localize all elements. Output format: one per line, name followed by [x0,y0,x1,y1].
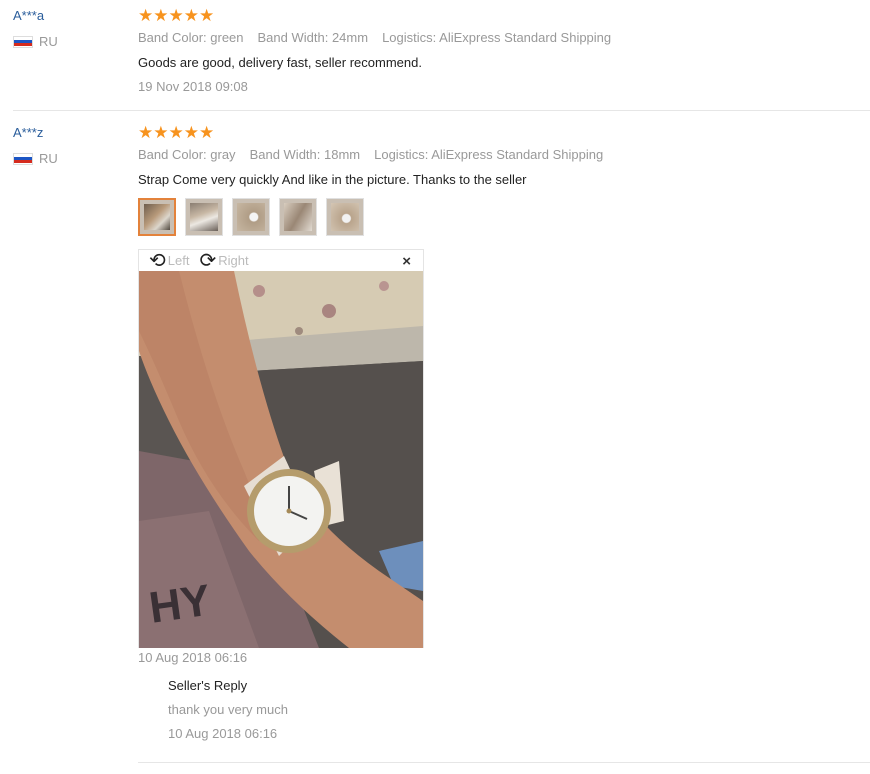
country-code: RU [39,151,58,166]
logistics: Logistics: AliExpress Standard Shipping [382,30,612,45]
logistics: Logistics: AliExpress Standard Shipping [374,147,604,162]
photo-viewer: ⟲ Left ⟳ Right × HY [138,249,424,648]
russia-flag-icon [13,152,33,165]
rotate-left-icon: ⟲ [149,249,166,272]
seller-reply-text: thank you very much [168,702,288,717]
close-icon[interactable]: × [402,253,411,270]
review-content: ★★★★★ Band Color: green Band Width: 24mm L… [138,7,870,95]
band-color: Band Color: gray [138,147,236,162]
star-rating: ★★★★★ [138,6,215,25]
active-thumbnail-caret [154,235,166,236]
rotate-right-icon: ⟳ [199,249,217,272]
reviewer-name[interactable]: A***z [13,125,58,141]
reviewer-country: RU [13,151,58,166]
russia-flag-icon [13,35,33,48]
reviewer-country: RU [13,34,58,49]
review-date: 10 Aug 2018 06:16 [138,650,248,665]
review-text: Goods are good, delivery fast, seller re… [138,55,422,70]
star-rating: ★★★★★ [138,123,215,142]
band-width: Band Width: 24mm [257,30,369,45]
review-attributes: Band Color: gray Band Width: 18mm Logistic… [138,147,870,163]
photo-thumbnail[interactable] [326,198,364,236]
seller-reply: Seller's Reply thank you very much 10 Au… [168,678,288,742]
band-color: Band Color: green [138,30,244,45]
svg-text:HY: HY [146,576,213,633]
review-text: Strap Come very quickly And like in the … [138,172,527,187]
country-code: RU [39,34,58,49]
photo-thumbnail[interactable] [279,198,317,236]
photo-thumbnail[interactable] [185,198,223,236]
photo-viewer-toolbar: ⟲ Left ⟳ Right × [139,250,423,271]
seller-reply-title: Seller's Reply [168,678,248,693]
divider [13,110,870,111]
reviewer-name[interactable]: A***a [13,8,58,24]
review-photo: HY [139,271,423,648]
review-date: 19 Nov 2018 09:08 [138,79,248,94]
rotate-left-label: Left [167,253,190,268]
rotate-right-label: Right [218,253,249,268]
review-photo-thumbnails [138,198,870,236]
rotate-left-button[interactable]: ⟲ Left [149,251,189,271]
reviewer-info: A***z RU [13,125,58,166]
review-content: ★★★★★ Band Color: gray Band Width: 18mm Lo… [138,124,870,236]
seller-reply-date: 10 Aug 2018 06:16 [168,726,278,741]
reviewer-info: A***a RU [13,8,58,49]
photo-thumbnail[interactable] [232,198,270,236]
rotate-right-button[interactable]: ⟳ Right [199,251,248,271]
review-attributes: Band Color: green Band Width: 24mm Logisti… [138,30,870,46]
band-width: Band Width: 18mm [249,147,361,162]
divider [138,762,870,763]
photo-thumbnail[interactable] [138,198,176,236]
